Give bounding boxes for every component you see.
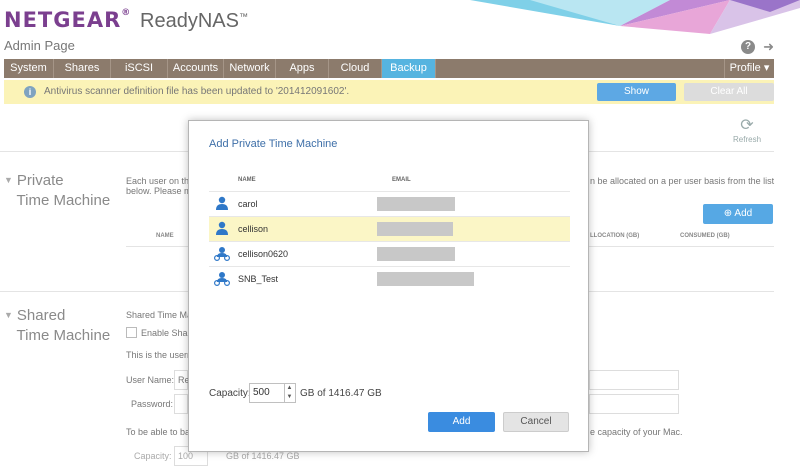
user-list: carol cellison cellison0620 SNB_Test [209, 191, 570, 291]
password-label: Password: [131, 399, 174, 409]
header-decoration [470, 0, 800, 34]
group-user-icon [213, 272, 231, 287]
capacity-total: GB of 1416.47 GB [300, 388, 382, 399]
main-nav: System Shares iSCSI Accounts Network App… [4, 59, 774, 78]
shared-capacity-total: GB of 1416.47 GB [226, 451, 300, 461]
tab-cloud[interactable]: Cloud [329, 59, 382, 78]
tab-backup[interactable]: Backup [382, 59, 436, 78]
shared-section-title[interactable]: ▼ Shared Time Machine [4, 305, 110, 346]
private-description-right: n be allocated on a per user basis from … [590, 176, 775, 186]
chevron-up-icon[interactable]: ▲ [284, 384, 295, 393]
tab-system[interactable]: System [4, 59, 54, 78]
tab-apps[interactable]: Apps [276, 59, 329, 78]
page-subtitle: Admin Page [4, 38, 75, 53]
info-icon: i [24, 86, 36, 98]
collapse-icon: ▼ [4, 310, 13, 320]
private-description: Each user on the below. Please m [126, 176, 195, 196]
dialog-title: Add Private Time Machine [209, 138, 338, 150]
user-icon [216, 221, 228, 235]
refresh-button[interactable]: ⟳ Refresh [733, 115, 761, 144]
shared-capacity-label: Capacity: [134, 451, 172, 461]
email-redacted [377, 272, 474, 286]
col-allocation-header: LLOCATION (GB) [590, 233, 640, 239]
logout-icon[interactable]: ➜ [763, 40, 774, 54]
email-redacted [377, 197, 455, 211]
username-label: User Name: [126, 375, 175, 385]
capacity-stepper[interactable]: ▲ ▼ [284, 383, 296, 403]
username-input-right[interactable] [589, 370, 679, 390]
profile-menu[interactable]: Profile ▾ [724, 59, 774, 78]
add-private-button[interactable]: ⊕ Add [703, 204, 773, 224]
password-input[interactable] [174, 394, 188, 414]
user-name: carol [238, 199, 258, 209]
tab-network[interactable]: Network [224, 59, 276, 78]
col-email-header: EMAIL [392, 177, 411, 183]
user-row-snb-test[interactable]: SNB_Test [209, 266, 570, 291]
tab-iscsi[interactable]: iSCSI [111, 59, 168, 78]
netgear-logo: NETGEAR® [4, 8, 132, 32]
user-row-carol[interactable]: carol [209, 191, 570, 216]
private-section-title[interactable]: ▼ Private Time Machine [4, 170, 110, 211]
capacity-input[interactable]: 500 [249, 383, 285, 403]
user-name: cellison0620 [238, 249, 289, 259]
chevron-down-icon[interactable]: ▼ [284, 393, 295, 402]
refresh-icon: ⟳ [740, 117, 754, 134]
collapse-icon: ▼ [4, 175, 13, 185]
col-name-header: NAME [156, 233, 174, 239]
user-row-cellison0620[interactable]: cellison0620 [209, 241, 570, 266]
backup-info: To be able to ba [126, 427, 191, 437]
col-consumed-header: CONSUMED (GB) [680, 233, 730, 239]
capacity-label: Capacity: [209, 388, 251, 399]
clear-all-button[interactable]: Clear All [684, 83, 774, 101]
username-input[interactable]: Re [174, 370, 190, 390]
col-name-header: NAME [238, 177, 256, 183]
user-icon [216, 196, 228, 210]
help-icon[interactable]: ? [741, 40, 756, 54]
user-name: cellison [238, 224, 269, 234]
notification-bar: i Antivirus scanner definition file has … [4, 80, 774, 104]
tab-accounts[interactable]: Accounts [168, 59, 224, 78]
cancel-button[interactable]: Cancel [503, 412, 569, 432]
enable-shared-checkbox[interactable]: Enable Shar [126, 327, 191, 338]
backup-info-right: e capacity of your Mac. [590, 427, 683, 437]
shared-info: This is the usern [126, 350, 193, 360]
tab-shares[interactable]: Shares [54, 59, 111, 78]
add-private-time-machine-dialog: Add Private Time Machine NAME EMAIL caro… [188, 120, 589, 452]
group-user-icon [213, 247, 231, 262]
notification-message: Antivirus scanner definition file has be… [44, 86, 350, 97]
plus-icon: ⊕ [723, 208, 733, 219]
user-name: SNB_Test [238, 274, 279, 284]
show-button[interactable]: Show [597, 83, 676, 101]
product-name: ReadyNAS™ [140, 10, 248, 32]
email-redacted [377, 247, 455, 261]
email-redacted [377, 222, 453, 236]
password-input-right[interactable] [589, 394, 679, 414]
shared-description: Shared Time Ma [126, 310, 193, 320]
user-row-cellison[interactable]: cellison [209, 216, 570, 241]
add-button[interactable]: Add [428, 412, 495, 432]
